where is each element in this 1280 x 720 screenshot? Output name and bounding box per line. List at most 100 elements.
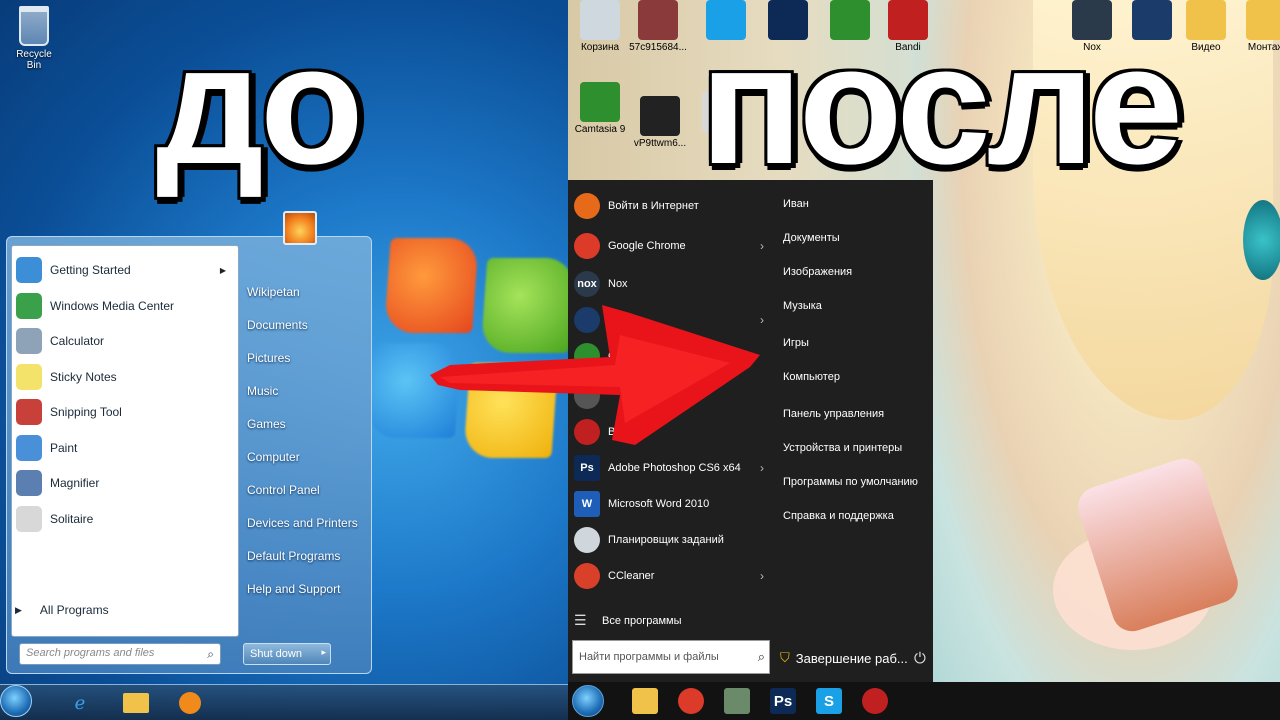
magnifier-icon [16, 470, 42, 496]
media-player-icon[interactable] [172, 689, 208, 717]
word-icon: W [574, 491, 600, 517]
skype-icon[interactable]: S [816, 688, 842, 714]
paint-icon [16, 434, 42, 461]
chrome-like-icon[interactable] [678, 688, 704, 714]
clock-icon [574, 527, 600, 553]
image-thumbnail-icon [640, 96, 680, 136]
program-label: Войти в Интернет [608, 200, 699, 212]
start-menu-link[interactable]: Computer [247, 442, 367, 475]
desktop-shortcut-label: Корзина [580, 42, 620, 53]
ccleaner-icon [574, 563, 600, 589]
recycle-bin-label: Recycle Bin [16, 49, 52, 71]
program-item[interactable]: Magnifier [16, 467, 234, 499]
start-menu-link[interactable]: Устройства и принтеры [783, 442, 902, 454]
start-menu-link[interactable]: Default Programs [247, 541, 367, 574]
start-menu-link[interactable]: Devices and Printers [247, 508, 367, 541]
program-item[interactable]: Solitaire [16, 503, 234, 535]
start-menu-link[interactable]: Music [247, 376, 367, 409]
image-thumbnail-icon [638, 0, 678, 40]
power-icon[interactable]: ⏻ [914, 650, 926, 667]
start-menu-link[interactable]: Справка и поддержка [783, 510, 894, 522]
program-item[interactable]: Ps Adobe Photoshop CS6 x64 › [574, 452, 774, 484]
chevron-right-icon[interactable]: › [760, 313, 764, 327]
program-label: Getting Started [50, 263, 131, 277]
monitor-icon[interactable] [724, 688, 750, 714]
start-menu-link[interactable]: Help and Support [247, 574, 367, 607]
solitaire-icon [16, 505, 42, 532]
internet-explorer-icon[interactable]: ℯ [62, 689, 98, 717]
desktop-shortcut[interactable]: Монтаж [1234, 0, 1280, 53]
chevron-right-icon[interactable]: › [760, 239, 764, 253]
start-menu-link[interactable]: Панель управления [783, 408, 884, 420]
chevron-right-icon[interactable]: ▸ [321, 647, 326, 658]
win7-start-menu: Getting Started ▶ Windows Media Center Calc… [6, 211, 372, 674]
red-arrow-graphic [430, 305, 760, 445]
chevron-right-icon[interactable]: › [760, 569, 764, 583]
start-menu-link[interactable]: Pictures [247, 343, 367, 376]
program-item[interactable]: Планировщик заданий [574, 524, 774, 556]
program-label: Microsoft Word 2010 [608, 498, 710, 510]
program-item[interactable]: Google Chrome › [574, 230, 774, 262]
desktop-shortcut-label: Монтаж [1247, 42, 1280, 53]
bandicam-icon[interactable] [862, 688, 888, 714]
photoshop-icon: Ps [574, 455, 600, 481]
program-item[interactable]: Windows Media Center [16, 290, 234, 322]
program-item[interactable]: W Microsoft Word 2010 [574, 488, 774, 520]
folder-icon[interactable] [118, 689, 154, 717]
shutdown-button[interactable]: Shut down ▸ [243, 643, 331, 665]
start-orb-icon[interactable] [0, 685, 32, 717]
program-label: Paint [50, 440, 78, 455]
start-menu-link[interactable]: Documents [247, 310, 367, 343]
program-item[interactable]: Calculator [16, 325, 234, 357]
desktop-shortcut[interactable]: 57c915684... [626, 0, 690, 53]
program-label: Windows Media Center [50, 298, 175, 313]
start-menu-link[interactable]: Игры [783, 337, 809, 349]
program-item[interactable]: Getting Started ▶ [16, 254, 234, 286]
program-item[interactable]: CCleaner › [574, 560, 774, 592]
start-menu-link[interactable]: Изображения [783, 266, 852, 278]
taskbar: Ps S [568, 682, 1280, 720]
all-programs-label: Все программы [602, 614, 682, 627]
start-menu-link[interactable]: Компьютер [783, 371, 840, 383]
desktop-shortcut[interactable]: Корзина [568, 0, 632, 53]
photoshop-icon[interactable]: Ps [770, 688, 796, 714]
start-menu-link[interactable]: Wikipetan [247, 277, 367, 310]
desktop-shortcut-label: vP9ttwm6... [633, 138, 687, 149]
start-menu-link[interactable]: Games [247, 409, 367, 442]
chevron-right-icon[interactable]: › [760, 461, 764, 475]
start-menu-link[interactable]: Control Panel [247, 475, 367, 508]
program-item[interactable]: Snipping Tool [16, 396, 234, 428]
search-icon[interactable]: ⌕ [207, 647, 214, 662]
user-picture[interactable] [283, 211, 317, 245]
win7-taskbar: ℯ [0, 684, 568, 720]
program-label: Google Chrome [608, 240, 686, 252]
recycle-bin-desktop-icon[interactable]: Recycle Bin [8, 6, 60, 71]
start-menu-link[interactable]: Документы [783, 232, 840, 244]
title-before: до [156, 10, 364, 200]
start-orb-icon[interactable] [572, 685, 604, 717]
program-label: Планировщик заданий [608, 534, 724, 546]
folder-icon [1186, 0, 1226, 40]
triangle-right-icon[interactable]: ▶ [220, 266, 226, 275]
list-icon: ☰ [574, 612, 587, 628]
program-item[interactable]: Sticky Notes [16, 361, 234, 393]
desktop-shortcut[interactable]: Camtasia 9 [568, 82, 632, 135]
title-after: после [700, 10, 1183, 200]
win7-programs-pane: Getting Started ▶ Windows Media Center Calc… [11, 245, 239, 637]
folder-icon[interactable] [632, 688, 658, 714]
all-programs-button[interactable]: ▶ All Programs [15, 603, 109, 617]
win7-links-pane: Wikipetan Documents Pictures Music Games Comp… [247, 277, 367, 607]
all-programs-button[interactable]: ☰ Все программы [574, 612, 681, 629]
desktop-shortcut[interactable]: vP9ttwm6... [628, 96, 692, 149]
getting-started-icon [16, 257, 42, 283]
search-placeholder: Search programs and files [26, 647, 155, 659]
shutdown-button[interactable]: ⛉ Завершение раб... [780, 650, 908, 666]
start-menu-link[interactable]: Музыка [783, 300, 822, 312]
start-menu-link[interactable]: Программы по умолчанию [783, 476, 918, 488]
search-icon[interactable]: ⌕ [758, 649, 765, 665]
search-input[interactable]: Найти программы и файлы ⌕ [572, 640, 770, 674]
search-input[interactable]: Search programs and files ⌕ [19, 643, 221, 665]
program-item[interactable]: Paint [16, 432, 234, 464]
program-label: Magnifier [50, 476, 100, 490]
desktop-shortcut[interactable]: Видео [1174, 0, 1238, 53]
